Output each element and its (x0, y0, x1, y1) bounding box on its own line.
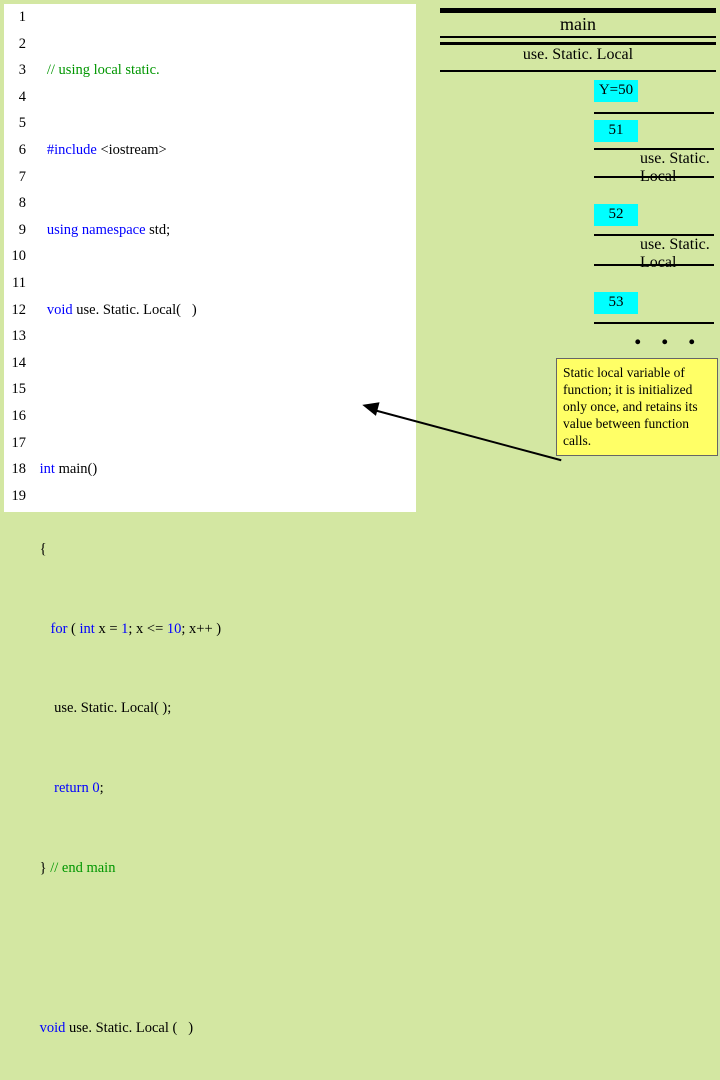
code-panel: 12345678910111213141516171819 // using l… (4, 4, 416, 512)
code-text: // using local static. (47, 62, 160, 78)
code-text: int (80, 621, 95, 637)
code-text: return (54, 780, 89, 796)
separator (594, 176, 714, 178)
code-text: ( (67, 621, 79, 637)
code-text: use. Static. Local ( ) (65, 1020, 193, 1036)
callout-note: Static local variable of function; it is… (556, 358, 718, 456)
code-text: x = (95, 621, 121, 637)
separator (594, 112, 714, 114)
value-box-52: 52 (594, 204, 638, 226)
line-number-gutter: 12345678910111213141516171819 (4, 4, 30, 512)
value-box-51: 51 (594, 120, 638, 142)
code-text: // end main (50, 860, 115, 876)
code-text: use. Static. Local( ) (73, 302, 197, 318)
code-text: { (40, 541, 47, 557)
code-text: <iostream> (97, 142, 167, 158)
y-box: Y=50 (594, 80, 638, 102)
code-text: void (40, 1020, 66, 1036)
stack-diagram: main use. Static. Local Y=50 51 use. Sta… (440, 8, 716, 72)
code-text: int (40, 461, 55, 477)
code-text: ; (100, 780, 104, 796)
ellipsis: . . . (634, 318, 702, 352)
code-text: main() (55, 461, 97, 477)
frame-usl-3: use. Static. Local (640, 236, 716, 272)
code-text: std; (146, 222, 171, 238)
frame-main: main (440, 8, 716, 38)
code-text: using (47, 222, 82, 238)
code-text: use. Static. Local( ); (54, 700, 171, 716)
code-text: void (47, 302, 73, 318)
frame-usl-2: use. Static. Local (640, 150, 716, 186)
code-text: ; x++ ) (181, 621, 221, 637)
code-text: for (51, 621, 68, 637)
code-text: ; x <= (128, 621, 167, 637)
code-text: 0 (92, 780, 99, 796)
code-text: #include (47, 142, 97, 158)
code-body: // using local static. #include <iostrea… (30, 4, 416, 512)
code-text: 10 (167, 621, 182, 637)
code-text: } (40, 860, 51, 876)
separator (594, 264, 714, 266)
code-text: 1 (121, 621, 128, 637)
code-text: namespace (82, 222, 146, 238)
frame-usl-1: use. Static. Local (440, 42, 716, 72)
value-box-53: 53 (594, 292, 638, 314)
